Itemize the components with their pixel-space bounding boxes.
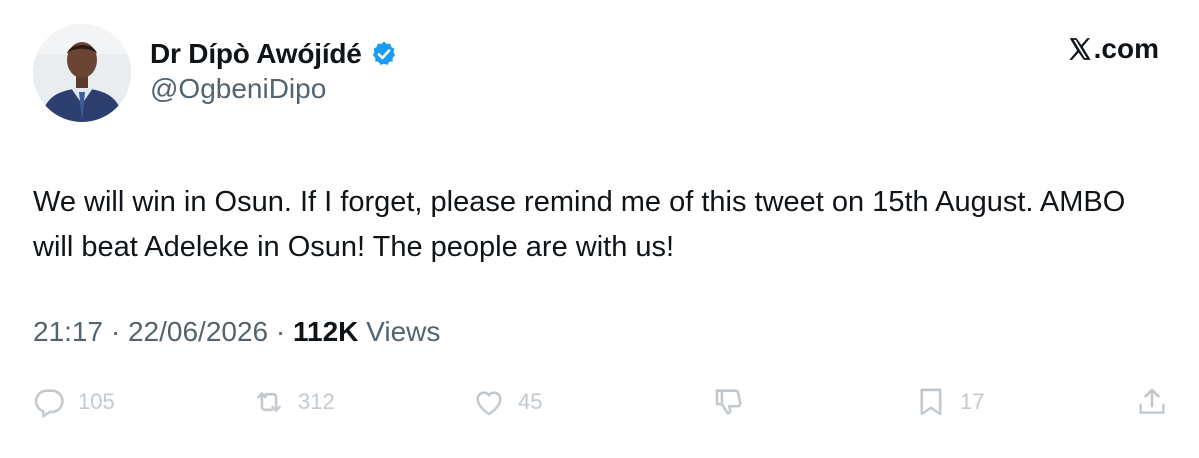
reply-button[interactable]: 105	[32, 380, 115, 424]
author-name-row[interactable]: Dr Dípò Awójídé	[150, 34, 398, 74]
bookmark-count: 17	[960, 389, 985, 414]
dislike-button[interactable]	[712, 380, 746, 424]
views-count: 112K	[293, 316, 359, 347]
heart-icon	[476, 391, 502, 416]
share-icon	[1139, 388, 1165, 414]
share-button[interactable]	[1135, 380, 1169, 424]
tweet-date[interactable]: 22/06/2026	[128, 316, 268, 347]
bookmark-button[interactable]: 17	[914, 380, 984, 424]
profile-photo	[33, 24, 131, 122]
bookmark-icon	[920, 388, 942, 416]
meta-separator: ·	[268, 316, 293, 347]
reply-count: 105	[78, 389, 115, 414]
author-handle[interactable]: @OgbeniDipo	[150, 73, 326, 105]
action-bar: 105 312 45 17	[0, 380, 1199, 424]
tweet-time[interactable]: 21:17	[33, 316, 103, 347]
views-label: Views	[358, 316, 441, 347]
site-badge: .com	[1067, 33, 1159, 65]
like-count: 45	[518, 389, 543, 414]
site-label: .com	[1093, 33, 1159, 64]
verified-badge-icon	[372, 41, 395, 65]
x-logo-icon	[1068, 38, 1091, 60]
avatar[interactable]	[33, 24, 131, 122]
reply-icon	[34, 389, 64, 418]
tweet-meta: 21:17 · 22/06/2026 · 112K Views	[33, 316, 440, 348]
repost-button[interactable]: 312	[252, 380, 335, 424]
meta-separator: ·	[103, 316, 128, 347]
repost-icon	[257, 392, 281, 412]
like-button[interactable]: 45	[472, 380, 542, 424]
repost-count: 312	[298, 389, 335, 414]
author-display-name[interactable]: Dr Dípò Awójídé	[150, 38, 362, 70]
tweet-text: We will win in Osun. If I forget, please…	[33, 186, 1126, 263]
thumbs-down-icon	[715, 389, 742, 415]
